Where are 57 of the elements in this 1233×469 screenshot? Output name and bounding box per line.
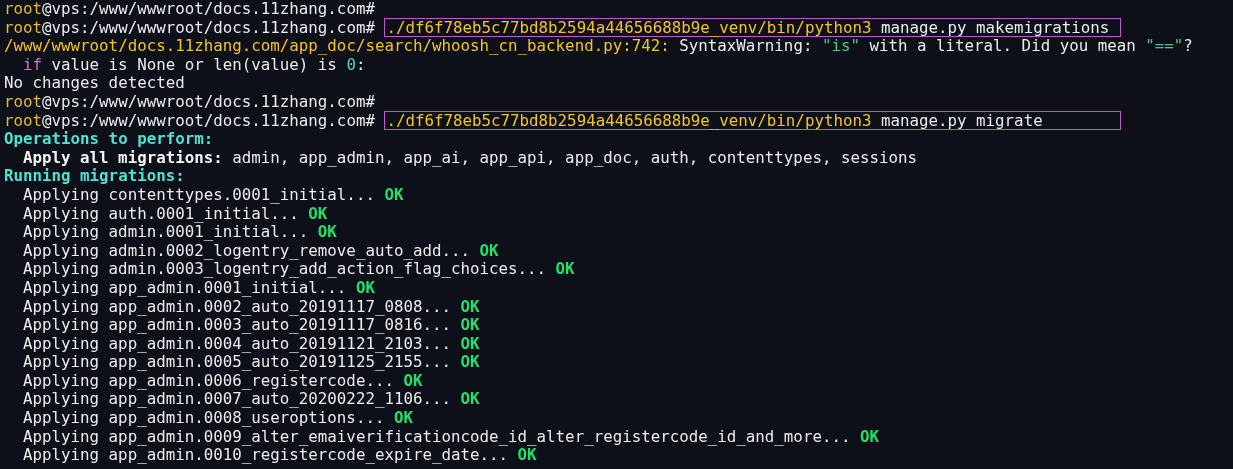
keyword: if [23, 55, 43, 75]
ok-status: OK [460, 334, 480, 354]
prompt-path: @vps:/www/wwwroot/docs.11zhang.com# [42, 111, 375, 131]
file-path: /www/wwwroot/docs.11zhang.com/app_doc/search/whoosh_cn_backend.py:742: [4, 37, 670, 56]
output-text: Applying app_admin.0002_auto_20191117_0808... [23, 297, 451, 317]
prompt-user: root [4, 0, 43, 19]
prompt-user: root [4, 111, 43, 131]
command-args: manage.py makemigrations [880, 18, 1110, 38]
ok-status: OK [460, 390, 480, 410]
output-text: Applying app_admin.0003_auto_20191117_0816... [23, 316, 451, 335]
section-heading: Operations to perform: [4, 130, 214, 149]
ok-status: OK [859, 427, 879, 447]
ok-status: OK [308, 204, 328, 224]
prompt-user: root [4, 18, 43, 38]
section-heading: Running migrations: [4, 167, 185, 186]
number-literal: 0 [346, 55, 356, 75]
ok-status: OK [479, 241, 499, 261]
ok-status: OK [384, 185, 404, 205]
output-text: Applying app_admin.0010_registercode_expire_date... [23, 446, 509, 465]
prompt-path: @vps:/www/wwwroot/docs.11zhang.com# [42, 92, 375, 112]
ok-status: OK [317, 223, 337, 242]
output-text: admin, app_admin, app_ai, app_api, app_doc, auth, contenttypes, sessions [232, 148, 917, 168]
output-text: Applying app_admin.0001_initial... [23, 278, 347, 298]
ok-status: OK [460, 353, 480, 372]
ok-status: OK [403, 371, 423, 391]
prompt-user: root [4, 92, 43, 112]
output-text: value is None or len(value) is [51, 55, 337, 75]
output-text: Applying app_admin.0004_auto_20191121_2103... [23, 334, 451, 354]
output-text: Applying admin.0001_initial... [23, 223, 309, 242]
ok-status: OK [393, 409, 413, 428]
ok-status: OK [460, 297, 480, 317]
output-text: Applying admin.0003_logentry_add_action_flag_choices... [23, 260, 547, 279]
prompt-path: @vps:/www/wwwroot/docs.11zhang.com# [42, 18, 375, 38]
ok-status: OK [355, 278, 375, 298]
output-text: Applying app_admin.0005_auto_20191125_2155... [23, 353, 451, 372]
output-text: Applying admin.0002_logentry_remove_auto_add... [23, 241, 470, 261]
output-text: Applying app_admin.0009_alter_emaiverificationcode_id_alter_registercode_id_and_more... [23, 427, 851, 447]
output-text: : [355, 55, 366, 75]
prompt-path: @vps:/www/wwwroot/docs.11zhang.com# [42, 0, 375, 19]
ok-status: OK [517, 446, 537, 465]
output-text: Applying app_admin.0007_auto_20200222_1106... [23, 390, 451, 410]
string-literal: "is" [821, 37, 860, 56]
output-text: Applying auth.0001_initial... [23, 204, 299, 224]
string-literal: "==" [1145, 37, 1184, 56]
command-path: ./df6f78eb5c77bd8b2594a44656688b9e_venv/bin/python3 [386, 18, 872, 38]
command-path: ./df6f78eb5c77bd8b2594a44656688b9e_venv/bin/python3 [386, 111, 872, 131]
ok-status: OK [555, 260, 575, 279]
output-text: Applying contenttypes.0001_initial... [23, 185, 375, 205]
output-text: with a literal. Did you mean [869, 37, 1136, 56]
output-text: Applying app_admin.0006_registercode... [23, 371, 394, 391]
output-text: Applying app_admin.0008_useroptions... [23, 409, 385, 428]
ok-status: OK [460, 316, 480, 335]
output-text: ? [1183, 37, 1193, 56]
output-text: SyntaxWarning: [679, 37, 813, 56]
output-text: No changes detected [4, 74, 185, 93]
output-label: Apply all migrations: [23, 148, 223, 168]
command-args: manage.py migrate [880, 111, 1043, 131]
